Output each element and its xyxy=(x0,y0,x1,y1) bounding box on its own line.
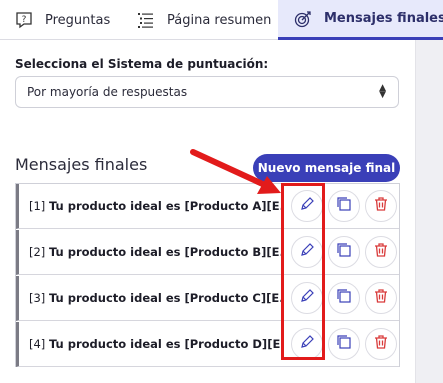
message-text: [2] Tu producto ideal es [Producto B][E.… xyxy=(29,245,284,259)
copy-icon xyxy=(336,288,352,308)
duplicate-button[interactable] xyxy=(328,236,360,268)
list-item[interactable]: [4] Tu producto ideal es [Producto D][E.… xyxy=(16,322,399,367)
tab-pagina-resumen[interactable]: Página resumen xyxy=(123,0,278,40)
delete-button[interactable] xyxy=(365,328,397,360)
tab-bar: ? Preguntas Página resumen Mensajes fina… xyxy=(0,0,443,40)
annotation-arrow-icon xyxy=(190,149,281,194)
scoring-selected-value: Por mayoría de respuestas xyxy=(27,85,188,99)
target-icon xyxy=(294,10,312,28)
duplicate-button[interactable] xyxy=(328,190,360,222)
scrollbar-track[interactable] xyxy=(416,40,443,383)
copy-icon xyxy=(336,242,352,262)
message-text: [4] Tu producto ideal es [Producto D][E.… xyxy=(29,337,284,351)
scoring-select[interactable]: Por mayoría de respuestas ▲ ▼ xyxy=(15,76,399,108)
message-text: [1] Tu producto ideal es [Producto A][E.… xyxy=(29,199,284,213)
duplicate-button[interactable] xyxy=(328,328,360,360)
tab-label: Mensajes finales xyxy=(324,11,443,26)
delete-button[interactable] xyxy=(365,190,397,222)
annotation-highlight-box xyxy=(281,183,325,360)
duplicate-button[interactable] xyxy=(328,282,360,314)
tab-preguntas[interactable]: ? Preguntas xyxy=(0,0,123,40)
trash-icon xyxy=(373,196,389,216)
tab-label: Página resumen xyxy=(167,12,272,28)
section-title: Mensajes finales xyxy=(15,155,148,174)
trash-icon xyxy=(373,288,389,308)
copy-icon xyxy=(336,334,352,354)
list-item[interactable]: [2] Tu producto ideal es [Producto B][E.… xyxy=(16,230,399,275)
trash-icon xyxy=(373,242,389,262)
delete-button[interactable] xyxy=(365,236,397,268)
trash-icon xyxy=(373,334,389,354)
question-icon: ? xyxy=(15,11,33,29)
copy-icon xyxy=(336,196,352,216)
tab-mensajes-finales[interactable]: Mensajes finales xyxy=(278,0,443,40)
message-text: [3] Tu producto ideal es [Producto C][E.… xyxy=(29,291,284,305)
svg-text:?: ? xyxy=(22,15,27,25)
select-arrows-icon: ▲ ▼ xyxy=(379,83,386,100)
tab-label: Preguntas xyxy=(45,12,111,28)
final-messages-list: [1] Tu producto ideal es [Producto A][E.… xyxy=(15,183,400,367)
list-icon xyxy=(137,11,155,29)
scoring-label: Selecciona el Sistema de puntuación: xyxy=(15,57,269,71)
delete-button[interactable] xyxy=(365,282,397,314)
list-item[interactable]: [3] Tu producto ideal es [Producto C][E.… xyxy=(16,276,399,321)
